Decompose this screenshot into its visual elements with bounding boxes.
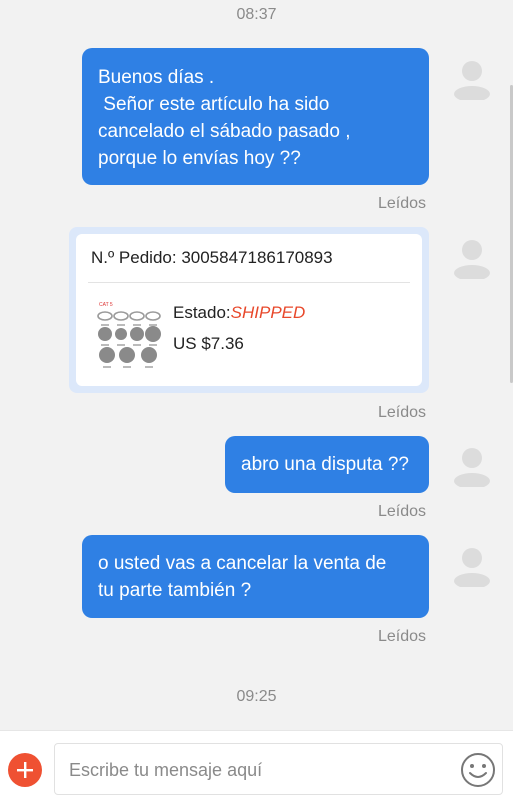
order-number: N.º Pedido: 3005847186170893	[91, 248, 333, 267]
message-text: o usted vas a cancelar la venta de	[98, 553, 387, 574]
divider	[88, 282, 410, 283]
read-status: Leídos	[377, 503, 426, 520]
timestamp: 08:37	[236, 6, 277, 23]
message-input-box	[54, 743, 503, 795]
message-text: tu parte también ?	[98, 580, 252, 601]
user-avatar-icon[interactable]	[453, 237, 491, 279]
order-price: US $7.36	[173, 334, 244, 353]
message-text: Señor este artículo ha sido	[98, 94, 330, 115]
message-bubble[interactable]: Buenos días . Señor este artículo ha sid…	[82, 48, 429, 185]
add-attachment-button[interactable]	[8, 753, 42, 787]
message-text: abro una disputa ??	[241, 454, 409, 475]
plus-icon	[17, 762, 33, 778]
message-composer	[0, 730, 513, 803]
message-text: cancelado el sábado pasado ,	[98, 121, 351, 142]
order-card-body: N.º Pedido: 3005847186170893 CAT 5 Estad…	[76, 234, 422, 386]
message-input[interactable]	[69, 756, 439, 784]
product-thumbnail[interactable]: CAT 5	[89, 299, 169, 374]
read-status: Leídos	[377, 404, 426, 421]
message-bubble[interactable]: o usted vas a cancelar la venta de tu pa…	[82, 535, 429, 618]
user-avatar-icon[interactable]	[453, 445, 491, 487]
read-status: Leídos	[377, 628, 426, 645]
status-label: Estado:	[173, 303, 231, 322]
user-avatar-icon[interactable]	[453, 545, 491, 587]
order-status: Estado:SHIPPED	[173, 303, 305, 323]
smiley-icon[interactable]	[459, 751, 497, 789]
message-text: Buenos días .	[98, 67, 215, 88]
message-bubble[interactable]: abro una disputa ??	[225, 436, 429, 493]
user-avatar-icon[interactable]	[453, 58, 491, 100]
message-text: porque lo envías hoy ??	[98, 148, 301, 169]
status-value: SHIPPED	[230, 303, 306, 322]
thumb-label: CAT 5	[99, 302, 113, 308]
order-card[interactable]: N.º Pedido: 3005847186170893 CAT 5 Estad…	[69, 227, 429, 393]
timestamp: 09:25	[236, 688, 277, 705]
read-status: Leídos	[377, 195, 426, 212]
